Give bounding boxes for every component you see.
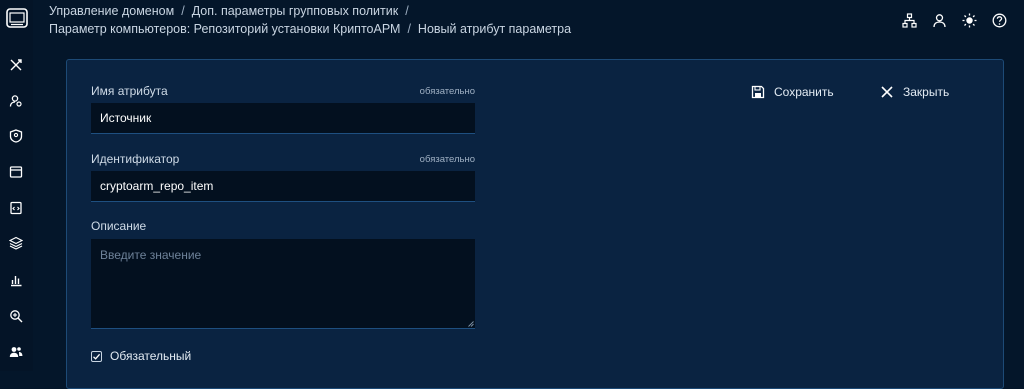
save-button-label: Сохранить xyxy=(774,85,834,99)
save-icon xyxy=(751,85,765,99)
identifier-required-tag: обязательно xyxy=(419,154,475,165)
close-button[interactable]: Закрыть xyxy=(880,83,949,101)
attr-name-input[interactable] xyxy=(91,103,475,134)
code-file-icon[interactable] xyxy=(7,199,25,217)
sidebar xyxy=(0,0,33,371)
attr-name-label: Имя атрибута xyxy=(91,84,168,98)
zoom-search-icon[interactable] xyxy=(7,307,25,325)
breadcrumb-line-2: Параметр компьютеров: Репозиторий устано… xyxy=(49,22,571,36)
required-checkbox-label: Обязательный xyxy=(110,349,192,363)
top-icons xyxy=(900,11,1008,29)
breadcrumb-separator: / xyxy=(181,4,185,18)
breadcrumb-domain-management[interactable]: Управление доменом xyxy=(49,4,174,18)
top-bar: Управление доменом / Доп. параметры группо… xyxy=(49,0,1024,44)
close-icon xyxy=(881,86,893,98)
breadcrumb-line-1: Управление доменом / Доп. параметры группо… xyxy=(49,4,416,18)
breadcrumb-separator: / xyxy=(405,4,409,18)
sitemap-icon[interactable] xyxy=(900,11,918,29)
description-textarea[interactable] xyxy=(91,239,475,329)
breadcrumb-computer-param[interactable]: Параметр компьютеров: Репозиторий устано… xyxy=(49,22,400,36)
window-icon[interactable] xyxy=(7,163,25,181)
tools-icon[interactable] xyxy=(7,56,25,74)
app-logo-icon[interactable] xyxy=(6,8,28,28)
help-icon[interactable] xyxy=(990,11,1008,29)
user-search-icon[interactable] xyxy=(7,92,25,110)
attr-name-required-tag: обязательно xyxy=(419,86,475,97)
identifier-input[interactable] xyxy=(91,171,475,202)
save-button[interactable]: Сохранить xyxy=(751,83,834,101)
breadcrumb-current-page: Новый атрибут параметра xyxy=(417,22,572,36)
users-icon[interactable] xyxy=(7,343,25,361)
resize-grip-icon[interactable] xyxy=(468,321,474,327)
close-button-label: Закрыть xyxy=(903,85,950,99)
description-label: Описание xyxy=(91,219,147,233)
sun-icon[interactable] xyxy=(960,11,978,29)
required-checkbox-row[interactable]: Обязательный xyxy=(91,349,191,363)
user-icon[interactable] xyxy=(930,11,948,29)
identifier-label: Идентификатор xyxy=(91,152,180,166)
bar-chart-icon[interactable] xyxy=(7,271,25,289)
layers-icon[interactable] xyxy=(7,234,25,252)
breadcrumb-separator: / xyxy=(407,22,411,36)
check-icon xyxy=(93,353,101,360)
user-badge-icon[interactable] xyxy=(7,127,25,145)
required-checkbox[interactable] xyxy=(91,350,102,362)
breadcrumb-group-policy-params[interactable]: Доп. параметры групповых политик xyxy=(192,4,399,18)
